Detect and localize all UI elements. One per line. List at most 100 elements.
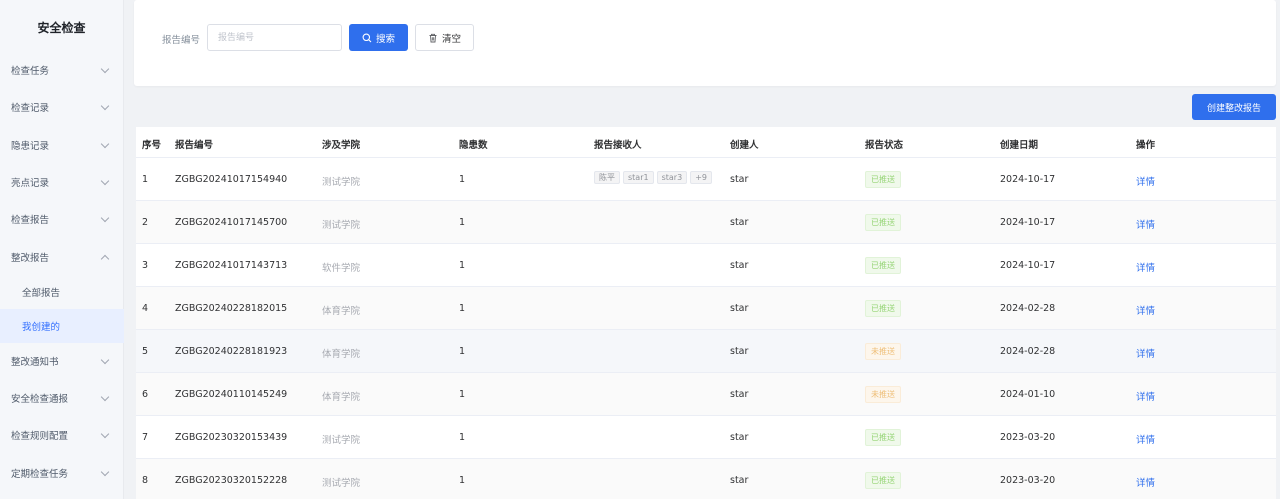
sidebar-item-label: 整改通知书 bbox=[11, 357, 59, 368]
table-row[interactable]: 5 ZGBG20240228181923 体育学院 1 star 未推送 2024-02-2… bbox=[136, 330, 1276, 373]
created-date: 2024-10-17 bbox=[1000, 174, 1056, 185]
table-row[interactable]: 1 ZGBG20241017154940 测试学院 1 陈平 star1 star3 +9 st… bbox=[136, 158, 1276, 201]
sidebar-item-label: 检查记录 bbox=[11, 103, 50, 114]
college: 测试学院 bbox=[322, 177, 361, 188]
detail-link[interactable]: 详情 bbox=[1136, 432, 1155, 446]
sidebar-item[interactable]: 亮点记录 bbox=[0, 167, 124, 197]
detail-link[interactable]: 详情 bbox=[1136, 389, 1155, 403]
row-index: 7 bbox=[142, 432, 149, 443]
sidebar-item[interactable]: 隐患记录 bbox=[0, 130, 124, 160]
sidebar-item-label: 检查规则配置 bbox=[11, 431, 69, 442]
creator: star bbox=[730, 303, 749, 314]
report-code: ZGBG20230320153439 bbox=[175, 432, 288, 443]
sidebar-item-label: 检查报告 bbox=[11, 215, 50, 226]
column-header: 报告编号 bbox=[175, 140, 214, 151]
clear-button[interactable]: 清空 bbox=[415, 24, 474, 51]
sidebar-title: 安全检查 bbox=[37, 20, 86, 35]
sidebar-item[interactable]: 整改通知书 bbox=[0, 346, 124, 376]
table-header: 序号 报告编号 涉及学院 隐患数 报告接收人 创建人 报告状态 创建日期 操作 bbox=[136, 127, 1276, 158]
filter-card: 报告编号 搜索 清空 bbox=[134, 0, 1276, 86]
column-header: 涉及学院 bbox=[322, 140, 361, 151]
receivers: 陈平 star1 star3 +9 bbox=[594, 171, 715, 184]
creator: star bbox=[730, 174, 749, 185]
report-code: ZGBG20241017143713 bbox=[175, 260, 288, 271]
table-row[interactable]: 2 ZGBG20241017145700 测试学院 1 star 已推送 2024-10-1… bbox=[136, 201, 1276, 244]
chevron-down-icon bbox=[100, 392, 110, 402]
receiver-tag: 陈平 bbox=[594, 171, 620, 184]
hazard-count: 1 bbox=[459, 389, 466, 400]
row-index: 2 bbox=[142, 217, 149, 228]
sidebar-item-label: 整改报告 bbox=[11, 253, 50, 264]
created-date: 2023-03-20 bbox=[1000, 432, 1056, 443]
column-header: 创建日期 bbox=[1000, 140, 1039, 151]
detail-link[interactable]: 详情 bbox=[1136, 260, 1155, 274]
college: 测试学院 bbox=[322, 435, 361, 446]
create-report-button[interactable]: 创建整改报告 bbox=[1192, 94, 1276, 120]
creator: star bbox=[730, 217, 749, 228]
sidebar-item[interactable]: 定期检查任务 bbox=[0, 458, 124, 488]
sidebar-item[interactable]: 我创建的 bbox=[0, 309, 124, 343]
chevron-down-icon bbox=[100, 213, 110, 223]
college: 测试学院 bbox=[322, 220, 361, 231]
status-badge: 未推送 bbox=[865, 343, 901, 360]
detail-link[interactable]: 详情 bbox=[1136, 475, 1155, 489]
search-icon bbox=[362, 33, 372, 42]
creator: star bbox=[730, 432, 749, 443]
sidebar-item[interactable]: 检查规则配置 bbox=[0, 420, 124, 450]
table-row[interactable]: 7 ZGBG20230320153439 测试学院 1 star 已推送 2023-03-2… bbox=[136, 416, 1276, 459]
table-row[interactable]: 4 ZGBG20240228182015 体育学院 1 star 已推送 2024-02-2… bbox=[136, 287, 1276, 330]
sidebar-item[interactable]: 检查任务 bbox=[0, 55, 124, 85]
table-row[interactable]: 6 ZGBG20240110145249 体育学院 1 star 未推送 2024-01-1… bbox=[136, 373, 1276, 416]
chevron-down-icon bbox=[100, 467, 110, 477]
hazard-count: 1 bbox=[459, 217, 466, 228]
created-date: 2024-02-28 bbox=[1000, 303, 1056, 314]
search-button-label: 搜索 bbox=[375, 33, 395, 45]
detail-link[interactable]: 详情 bbox=[1136, 346, 1155, 360]
detail-link[interactable]: 详情 bbox=[1136, 217, 1155, 231]
college: 体育学院 bbox=[322, 349, 361, 360]
created-date: 2024-02-28 bbox=[1000, 346, 1056, 357]
hazard-count: 1 bbox=[459, 475, 466, 486]
column-header: 操作 bbox=[1136, 140, 1156, 151]
creator: star bbox=[730, 475, 749, 486]
college: 软件学院 bbox=[322, 263, 361, 274]
row-index: 4 bbox=[142, 303, 149, 314]
status-badge: 已推送 bbox=[865, 171, 901, 188]
sidebar-item[interactable]: 安全检查通报 bbox=[0, 383, 124, 413]
report-code: ZGBG20241017145700 bbox=[175, 217, 288, 228]
search-button[interactable]: 搜索 bbox=[349, 24, 408, 51]
table-row[interactable]: 8 ZGBG20230320152228 测试学院 1 star 已推送 2023-03-2… bbox=[136, 459, 1276, 499]
sidebar-item[interactable]: 整改报告 bbox=[0, 242, 124, 272]
receiver-tag: star1 bbox=[623, 171, 654, 184]
college: 体育学院 bbox=[322, 392, 361, 403]
hazard-count: 1 bbox=[459, 260, 466, 271]
clear-button-label: 清空 bbox=[441, 33, 461, 45]
hazard-count: 1 bbox=[459, 346, 466, 357]
college: 体育学院 bbox=[322, 306, 361, 317]
column-header: 报告状态 bbox=[865, 140, 904, 151]
report-code: ZGBG20240110145249 bbox=[175, 389, 288, 400]
sidebar-item-label: 隐患记录 bbox=[11, 141, 50, 152]
creator: star bbox=[730, 389, 749, 400]
row-index: 3 bbox=[142, 260, 149, 271]
table-row[interactable]: 3 ZGBG20241017143713 软件学院 1 star 已推送 2024-10-1… bbox=[136, 244, 1276, 287]
report-code-input[interactable] bbox=[207, 24, 342, 51]
sidebar-item-label: 全部报告 bbox=[22, 288, 61, 299]
reports-table: 序号 报告编号 涉及学院 隐患数 报告接收人 创建人 报告状态 创建日期 操作 1 ZGBG202… bbox=[136, 127, 1276, 499]
detail-link[interactable]: 详情 bbox=[1136, 174, 1155, 188]
detail-link[interactable]: 详情 bbox=[1136, 303, 1155, 317]
receiver-tag: +9 bbox=[690, 171, 712, 184]
sidebar: 安全检查 检查任务检查记录隐患记录亮点记录检查报告整改报告全部报告我创建的整改通… bbox=[0, 0, 124, 499]
column-header: 序号 bbox=[142, 140, 162, 151]
chevron-up-icon bbox=[100, 254, 110, 264]
hazard-count: 1 bbox=[459, 303, 466, 314]
report-code: ZGBG20230320152228 bbox=[175, 475, 288, 486]
trash-icon bbox=[429, 33, 437, 42]
created-date: 2023-03-20 bbox=[1000, 475, 1056, 486]
sidebar-item[interactable]: 检查记录 bbox=[0, 92, 124, 122]
chevron-down-icon bbox=[100, 355, 110, 365]
sidebar-item[interactable]: 全部报告 bbox=[0, 277, 124, 307]
row-index: 1 bbox=[142, 174, 149, 185]
sidebar-item[interactable]: 检查报告 bbox=[0, 204, 124, 234]
status-badge: 已推送 bbox=[865, 257, 901, 274]
